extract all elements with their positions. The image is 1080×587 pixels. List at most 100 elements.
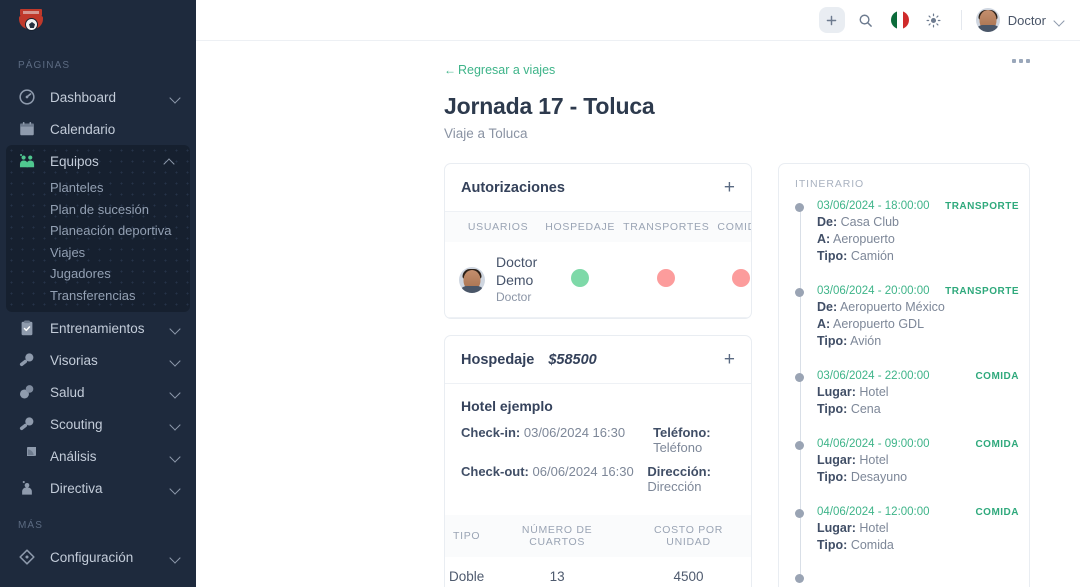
checkin-label: Check-in: <box>461 425 520 440</box>
event-detail-value: Avión <box>850 334 881 348</box>
arrow-left-icon: ← <box>444 64 456 76</box>
cell-cuartos: 13 <box>488 557 626 587</box>
event-time: 04/06/2024 - 09:00:00 <box>817 438 930 450</box>
sidebar-item-directiva[interactable]: Directiva <box>0 472 196 504</box>
phone-label: Teléfono: <box>653 425 711 440</box>
itinerary-event[interactable]: 03/06/2024 - 18:00:00TRANSPORTEDe: Casa … <box>795 200 1029 285</box>
sidebar-subitem-planteles[interactable]: Planteles <box>6 177 190 199</box>
diamond-settings-icon <box>18 548 40 566</box>
itinerary-event[interactable]: 03/06/2024 - 22:00:00COMIDALugar: HotelT… <box>795 370 1029 438</box>
event-detail-value: Desayuno <box>851 470 907 484</box>
status-dot[interactable] <box>571 269 589 287</box>
event-detail-key: De: <box>817 215 837 229</box>
timeline-dot <box>795 288 804 297</box>
sidebar-item-entrenamientos[interactable]: Entrenamientos <box>0 312 196 344</box>
event-detail-value: Hotel <box>859 521 888 535</box>
event-detail: Lugar: Hotel <box>817 385 1019 399</box>
sidebar-item-an-lisis[interactable]: Análisis <box>0 440 196 472</box>
event-detail-value: Casa Club <box>841 215 899 229</box>
timeline-dot <box>795 574 804 583</box>
itinerary-event[interactable]: 04/06/2024 - 09:00:00COMIDALugar: HotelT… <box>795 438 1029 506</box>
cell-transportes <box>619 242 713 318</box>
right-column: ITINERARIO 03/06/2024 - 18:00:00TRANSPOR… <box>778 163 1030 587</box>
cell-costo: 4500 <box>626 557 751 587</box>
cell-hospedaje <box>541 242 619 318</box>
sidebar-subitem-jugadores[interactable]: Jugadores <box>6 263 190 285</box>
table-row: Doctor DemoDoctor <box>445 242 752 318</box>
event-detail-key: Lugar: <box>817 521 856 535</box>
timeline-dot <box>795 373 804 382</box>
event-detail-value: Cena <box>851 402 881 416</box>
sidebar-nav: Dashboard Calendario EquiposPlantelesPlan … <box>0 81 196 504</box>
column-header: TRANSPORTES <box>619 212 713 242</box>
itinerary-event[interactable]: 03/06/2024 - 20:00:00TRANSPORTEDe: Aerop… <box>795 285 1029 370</box>
content: ← Regresar a viajes Jornada 17 - Toluca … <box>196 41 1080 587</box>
left-column: Autorizaciones + USUARIOSHOSPEDAJETRANSP… <box>444 163 752 587</box>
event-badge: TRANSPORTE <box>945 286 1019 297</box>
phone-field: Teléfono: Teléfono <box>653 425 735 455</box>
pill-icon <box>18 383 40 401</box>
back-link-label: Regresar a viajes <box>458 63 555 77</box>
team-icon <box>18 152 40 170</box>
checkout-value: 06/06/2024 16:30 <box>533 464 634 479</box>
page-subtitle: Viaje a Toluca <box>444 126 1030 141</box>
event-detail: Tipo: Desayuno <box>817 470 1019 484</box>
timeline-dot <box>795 203 804 212</box>
address-value: Dirección <box>647 479 701 494</box>
event-detail: A: Aeropuerto GDL <box>817 317 1019 331</box>
sun-icon <box>926 13 941 28</box>
back-to-trips-link[interactable]: ← Regresar a viajes <box>444 63 555 77</box>
sidebar-item-configuraci-n[interactable]: Configuración <box>0 541 196 573</box>
sidebar-subitem-transferencias[interactable]: Transferencias <box>6 285 190 307</box>
sidebar-subitem-viajes[interactable]: Viajes <box>6 242 190 264</box>
sidebar-item-equipos[interactable]: Equipos <box>6 145 190 177</box>
sidebar-item-visorias[interactable]: Visorias <box>0 344 196 376</box>
event-detail-key: Tipo: <box>817 249 847 263</box>
sidebar-section-pages-label: PÁGINAS <box>0 44 196 81</box>
sidebar-item-salud[interactable]: Salud <box>0 376 196 408</box>
event-detail-key: Lugar: <box>817 385 856 399</box>
chevron-up-icon <box>164 155 176 167</box>
itinerary-event[interactable]: 04/06/2024 - 12:00:00COMIDALugar: HotelT… <box>795 506 1029 574</box>
user-menu[interactable]: Doctor <box>976 8 1066 32</box>
sidebar-subitem-planeaci-n-deportiva[interactable]: Planeación deportiva <box>6 220 190 242</box>
user-cell: Doctor DemoDoctor <box>459 254 537 305</box>
sidebar-item-label: Configuración <box>50 550 170 565</box>
authorizations-title: Autorizaciones <box>461 180 565 196</box>
add-lodging-button[interactable]: + <box>724 350 735 369</box>
column-header: TIPO <box>445 515 488 557</box>
language-button[interactable] <box>887 7 913 33</box>
search-button[interactable] <box>853 7 879 33</box>
sidebar-group-equipos: EquiposPlantelesPlan de sucesiónPlaneaci… <box>6 145 190 312</box>
hotel-name: Hotel ejemplo <box>461 398 735 414</box>
table-row: Doble134500 <box>445 557 751 587</box>
checkout-field: Check-out: 06/06/2024 16:30 <box>461 464 647 494</box>
event-badge: TRANSPORTE <box>945 201 1019 212</box>
sidebar-item-calendario[interactable]: Calendario <box>0 113 196 145</box>
event-detail: Tipo: Avión <box>817 334 1019 348</box>
brand-logo[interactable] <box>0 0 196 44</box>
sidebar-item-label: Calendario <box>50 122 170 137</box>
event-detail-value: Comida <box>851 538 894 552</box>
sidebar-item-scouting[interactable]: Scouting <box>0 408 196 440</box>
avatar <box>459 267 485 293</box>
page-options-button[interactable] <box>1012 59 1030 63</box>
sidebar-subitem-plan-de-sucesi-n[interactable]: Plan de sucesión <box>6 199 190 221</box>
event-detail: Lugar: Hotel <box>817 521 1019 535</box>
event-detail-key: Tipo: <box>817 470 847 484</box>
status-dot[interactable] <box>657 269 675 287</box>
content-columns: Autorizaciones + USUARIOSHOSPEDAJETRANSP… <box>444 163 1030 587</box>
whistle-icon <box>18 415 40 433</box>
event-time: 04/06/2024 - 12:00:00 <box>817 506 930 518</box>
topbar-divider <box>961 10 962 30</box>
chevron-down-icon <box>170 482 182 494</box>
theme-toggle-button[interactable] <box>921 7 947 33</box>
sidebar-item-dashboard[interactable]: Dashboard <box>0 81 196 113</box>
chevron-down-icon <box>1054 14 1066 26</box>
add-authorization-button[interactable]: + <box>724 178 735 197</box>
event-detail: Tipo: Camión <box>817 249 1019 263</box>
status-dot[interactable] <box>732 269 750 287</box>
add-button[interactable] <box>819 7 845 33</box>
column-header: NÚMERO DE CUARTOS <box>488 515 626 557</box>
chevron-down-icon <box>170 322 182 334</box>
